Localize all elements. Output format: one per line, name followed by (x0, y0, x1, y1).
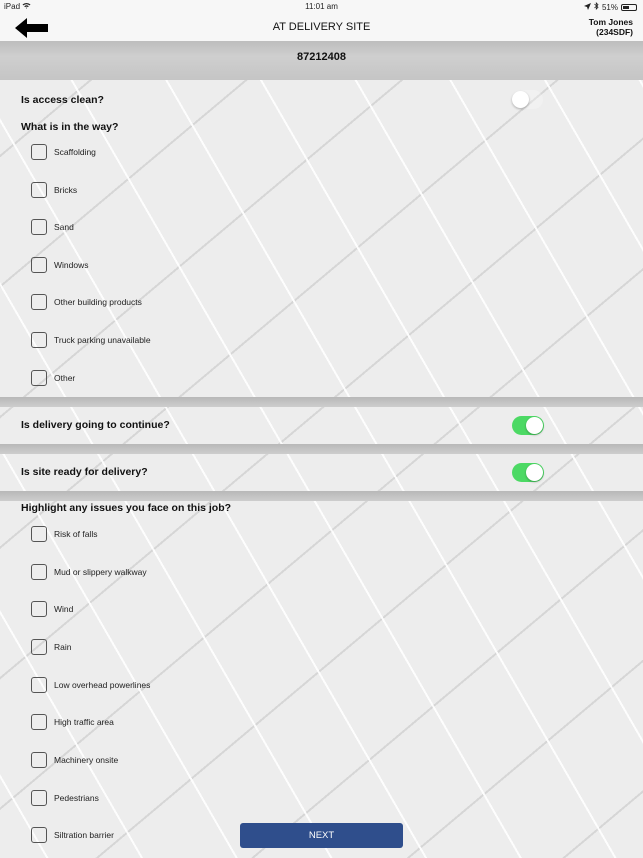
checkbox-label: High traffic area (54, 717, 114, 727)
checkbox-item-truck-parking-unavailable[interactable]: Truck parking unavailable (31, 331, 151, 349)
checkbox[interactable] (31, 370, 47, 386)
checkbox-item-wind[interactable]: Wind (31, 600, 73, 618)
checkbox-label: Other (54, 373, 76, 383)
toggle-knob (526, 464, 543, 481)
checkbox[interactable] (31, 219, 47, 235)
checkbox-item-risk-of-falls[interactable]: Risk of falls (31, 525, 97, 543)
access-clean-toggle[interactable] (511, 90, 543, 109)
checkbox-item-other-building-products[interactable]: Other building products (31, 293, 142, 311)
checkbox[interactable] (31, 526, 47, 542)
navigation-bar: AT DELIVERY SITE Tom Jones (234SDF) (0, 14, 643, 41)
location-arrow-icon (583, 2, 591, 12)
checkbox-label: Bricks (54, 185, 78, 195)
section-divider (0, 491, 643, 501)
section-divider (0, 444, 643, 454)
checkbox[interactable] (31, 827, 47, 843)
user-id: (234SDF) (596, 27, 633, 37)
user-info: Tom Jones (234SDF) (589, 17, 633, 37)
obstacles-question: What is in the way? (21, 121, 119, 133)
site-ready-toggle[interactable] (512, 463, 544, 482)
checkbox-label: Risk of falls (54, 529, 98, 539)
checkbox-label: Other building products (54, 297, 142, 307)
toggle-knob (512, 91, 529, 108)
checkbox-item-siltration-barrier[interactable]: Siltration barrier (31, 826, 114, 844)
checkbox-label: Scaffolding (54, 147, 96, 157)
checkbox[interactable] (31, 182, 47, 198)
bluetooth-icon (594, 2, 599, 12)
checkbox-item-rain[interactable]: Rain (31, 638, 71, 656)
checkbox-item-high-traffic-area[interactable]: High traffic area (31, 713, 114, 731)
issues-question: Highlight any issues you face on this jo… (21, 502, 232, 514)
battery-icon (621, 3, 637, 11)
checkbox[interactable] (31, 332, 47, 348)
checkbox[interactable] (31, 601, 47, 617)
checkbox-item-mud-or-slippery-walkway[interactable]: Mud or slippery walkway (31, 563, 147, 581)
checkbox-label: Rain (54, 642, 72, 652)
checkbox-item-machinery-onsite[interactable]: Machinery onsite (31, 751, 118, 769)
checkbox[interactable] (31, 714, 47, 730)
site-ready-question: Is site ready for delivery? (21, 466, 148, 478)
checkbox[interactable] (31, 564, 47, 580)
checkbox[interactable] (31, 677, 47, 693)
checkbox-label: Low overhead powerlines (54, 680, 151, 690)
delivery-continue-question: Is delivery going to continue? (21, 419, 170, 431)
checkbox[interactable] (31, 790, 47, 806)
checkbox-item-other[interactable]: Other (31, 369, 75, 387)
checkbox-label: Machinery onsite (54, 755, 119, 765)
next-button[interactable]: NEXT (240, 823, 403, 848)
checkbox-item-scaffolding[interactable]: Scaffolding (31, 143, 96, 161)
checkbox-item-low-overhead-powerlines[interactable]: Low overhead powerlines (31, 676, 150, 694)
checkbox-item-bricks[interactable]: Bricks (31, 181, 77, 199)
checkbox-label: Mud or slippery walkway (54, 567, 147, 577)
checkbox-label: Windows (54, 260, 89, 270)
access-clean-question: Is access clean? (21, 94, 104, 106)
user-name: Tom Jones (588, 17, 633, 27)
checkbox[interactable] (31, 144, 47, 160)
checkbox-label: Pedestrians (54, 793, 99, 803)
checkbox[interactable] (31, 752, 47, 768)
delivery-continue-toggle[interactable] (512, 416, 544, 435)
battery-percent: 51% (601, 2, 618, 12)
status-bar: iPad 11:01 am 51% (0, 0, 643, 14)
checkbox-label: Sand (54, 222, 74, 232)
checkbox-label: Siltration barrier (54, 830, 114, 840)
status-right: 51% (583, 2, 637, 12)
checkbox[interactable] (31, 257, 47, 273)
checkbox-label: Wind (54, 604, 74, 614)
status-time: 11:01 am (305, 2, 338, 11)
checkbox-item-sand[interactable]: Sand (31, 218, 74, 236)
checkbox[interactable] (31, 294, 47, 310)
page-title: AT DELIVERY SITE (272, 21, 371, 33)
section-divider (0, 397, 643, 407)
checkbox[interactable] (31, 639, 47, 655)
checkbox-item-windows[interactable]: Windows (31, 256, 88, 274)
job-number: 87212408 (297, 51, 346, 63)
job-number-band: 87212408 (0, 41, 643, 80)
checkbox-item-pedestrians[interactable]: Pedestrians (31, 789, 99, 807)
toggle-knob (526, 417, 543, 434)
checkbox-label: Truck parking unavailable (54, 335, 151, 345)
